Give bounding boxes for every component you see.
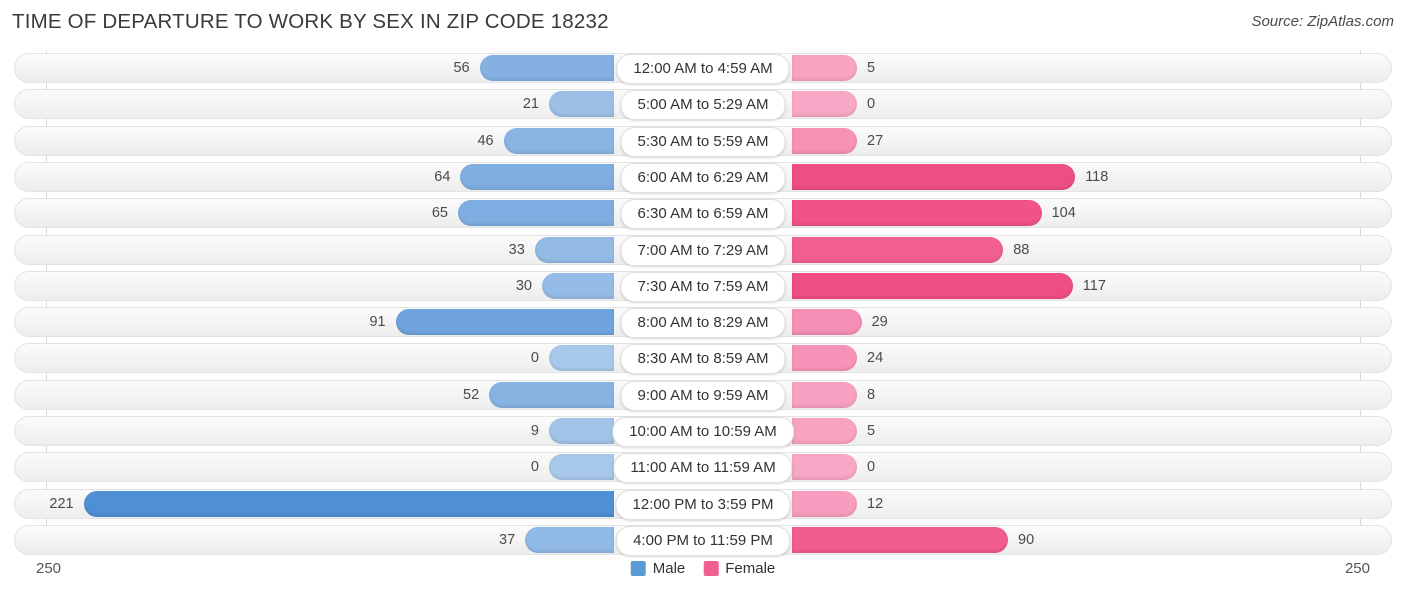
value-label-female: 88 <box>1013 241 1030 258</box>
value-label-female: 24 <box>867 350 884 367</box>
bar-female[interactable] <box>792 454 857 481</box>
chart-row[interactable]: 52 8 9:00 AM to 9:59 AM <box>14 379 1392 411</box>
chart-legend: Male Female <box>630 560 775 577</box>
legend-swatch-male <box>630 561 646 576</box>
value-label-male: 37 <box>499 531 516 548</box>
bar-female[interactable] <box>792 490 857 517</box>
bar-male[interactable] <box>395 309 614 336</box>
bar-female[interactable] <box>792 345 857 372</box>
bar-male[interactable] <box>534 236 614 263</box>
value-label-female: 5 <box>867 423 876 439</box>
bar-female[interactable] <box>792 418 857 444</box>
value-label-male: 46 <box>477 132 494 149</box>
category-label: 10:00 AM to 10:59 AM <box>612 417 794 447</box>
plot-area: 56 5 12:00 AM to 4:59 AM 21 0 5:00 AM to 5:29… <box>0 50 1406 556</box>
bar-male[interactable] <box>549 418 614 444</box>
value-label-male: 30 <box>515 277 532 294</box>
source-attribution: Source: ZipAtlas.com <box>1251 13 1394 30</box>
chart-row[interactable]: 65 104 6:30 AM to 6:59 AM <box>14 198 1392 230</box>
category-label: 12:00 AM to 4:59 AM <box>616 54 790 84</box>
category-label: 8:30 AM to 8:59 AM <box>620 344 786 375</box>
category-label: 6:00 AM to 6:29 AM <box>620 162 786 193</box>
chart-row[interactable]: 21 0 5:00 AM to 5:29 AM <box>14 89 1392 121</box>
chart-row[interactable]: 91 29 8:00 AM to 8:29 AM <box>14 307 1392 339</box>
bar-male[interactable] <box>503 127 614 154</box>
value-label-female: 104 <box>1051 205 1076 222</box>
value-label-male: 33 <box>508 241 525 258</box>
bar-female[interactable] <box>792 272 1073 299</box>
bar-male[interactable] <box>542 272 614 299</box>
value-label-female: 8 <box>867 386 876 403</box>
chart-footer: 250 250 Male Female <box>0 556 1406 595</box>
bar-female[interactable] <box>792 381 857 408</box>
axis-tick-right: 250 <box>1344 560 1370 577</box>
bar-female[interactable] <box>792 163 1076 190</box>
bar-male[interactable] <box>83 490 614 517</box>
value-label-female: 29 <box>871 314 888 331</box>
bar-male[interactable] <box>549 345 614 372</box>
chart-row[interactable]: 33 88 7:00 AM to 7:29 AM <box>14 234 1392 266</box>
category-label: 4:00 PM to 11:59 PM <box>616 525 790 556</box>
axis-tick-left: 250 <box>36 560 62 577</box>
chart-row[interactable]: 46 27 5:30 AM to 5:59 AM <box>14 125 1392 157</box>
bar-male[interactable] <box>458 200 614 227</box>
value-label-male: 221 <box>49 495 74 512</box>
legend-label-male: Male <box>652 560 686 577</box>
value-label-female: 90 <box>1018 531 1035 548</box>
chart-row[interactable]: 56 5 12:00 AM to 4:59 AM <box>14 53 1392 84</box>
value-label-female: 12 <box>867 495 884 512</box>
category-label: 12:00 PM to 3:59 PM <box>615 489 791 520</box>
value-label-male: 91 <box>369 314 386 331</box>
bar-male[interactable] <box>549 454 614 481</box>
bar-female[interactable] <box>792 309 862 336</box>
legend-item-male[interactable]: Male <box>630 560 686 577</box>
category-label: 6:30 AM to 6:59 AM <box>620 199 786 230</box>
bar-female[interactable] <box>792 55 857 81</box>
category-label: 7:00 AM to 7:29 AM <box>620 235 786 266</box>
value-label-male: 52 <box>463 386 480 403</box>
chart-header: TIME OF DEPARTURE TO WORK BY SEX IN ZIP … <box>0 0 1406 46</box>
chart-container: TIME OF DEPARTURE TO WORK BY SEX IN ZIP … <box>0 0 1406 595</box>
bar-female[interactable] <box>792 526 1008 553</box>
value-label-female: 27 <box>867 132 884 149</box>
chart-row[interactable]: 9 5 10:00 AM to 10:59 AM <box>14 416 1392 447</box>
chart-row[interactable]: 0 24 8:30 AM to 8:59 AM <box>14 343 1392 375</box>
value-label-female: 118 <box>1085 168 1109 185</box>
category-label: 11:00 AM to 11:59 AM <box>613 453 793 484</box>
category-label: 8:00 AM to 8:29 AM <box>620 308 786 339</box>
page-title: TIME OF DEPARTURE TO WORK BY SEX IN ZIP … <box>12 10 609 33</box>
chart-row[interactable]: 221 12 12:00 PM to 3:59 PM <box>14 488 1392 520</box>
value-label-male: 0 <box>530 350 539 367</box>
value-label-male: 65 <box>431 205 448 222</box>
value-label-female: 0 <box>867 459 876 476</box>
legend-swatch-female <box>703 561 719 576</box>
value-label-male: 0 <box>530 459 539 476</box>
value-label-male: 64 <box>434 168 451 185</box>
value-label-female: 117 <box>1082 277 1106 294</box>
value-label-male: 9 <box>530 423 539 439</box>
chart-row[interactable]: 30 117 7:30 AM to 7:59 AM <box>14 270 1392 302</box>
bar-male[interactable] <box>460 163 614 190</box>
chart-row[interactable]: 0 0 11:00 AM to 11:59 AM <box>14 452 1392 484</box>
value-label-female: 5 <box>867 60 876 76</box>
bar-female[interactable] <box>792 91 857 118</box>
bar-male[interactable] <box>549 91 614 118</box>
legend-item-female[interactable]: Female <box>703 560 775 577</box>
chart-row[interactable]: 64 118 6:00 AM to 6:29 AM <box>14 161 1392 193</box>
legend-label-female: Female <box>725 560 776 577</box>
value-label-female: 0 <box>867 96 876 113</box>
value-label-male: 21 <box>522 96 539 113</box>
bar-female[interactable] <box>792 200 1042 227</box>
bar-male[interactable] <box>489 381 614 408</box>
category-label: 5:00 AM to 5:29 AM <box>620 90 786 121</box>
category-label: 9:00 AM to 9:59 AM <box>620 380 786 411</box>
bar-female[interactable] <box>792 236 1004 263</box>
bar-female[interactable] <box>792 127 857 154</box>
category-label: 7:30 AM to 7:59 AM <box>620 271 786 302</box>
bar-male[interactable] <box>525 526 614 553</box>
category-label: 5:30 AM to 5:59 AM <box>620 126 786 157</box>
bar-male[interactable] <box>479 55 614 81</box>
chart-row[interactable]: 37 90 4:00 PM to 11:59 PM <box>14 524 1392 556</box>
value-label-male: 56 <box>453 60 470 76</box>
